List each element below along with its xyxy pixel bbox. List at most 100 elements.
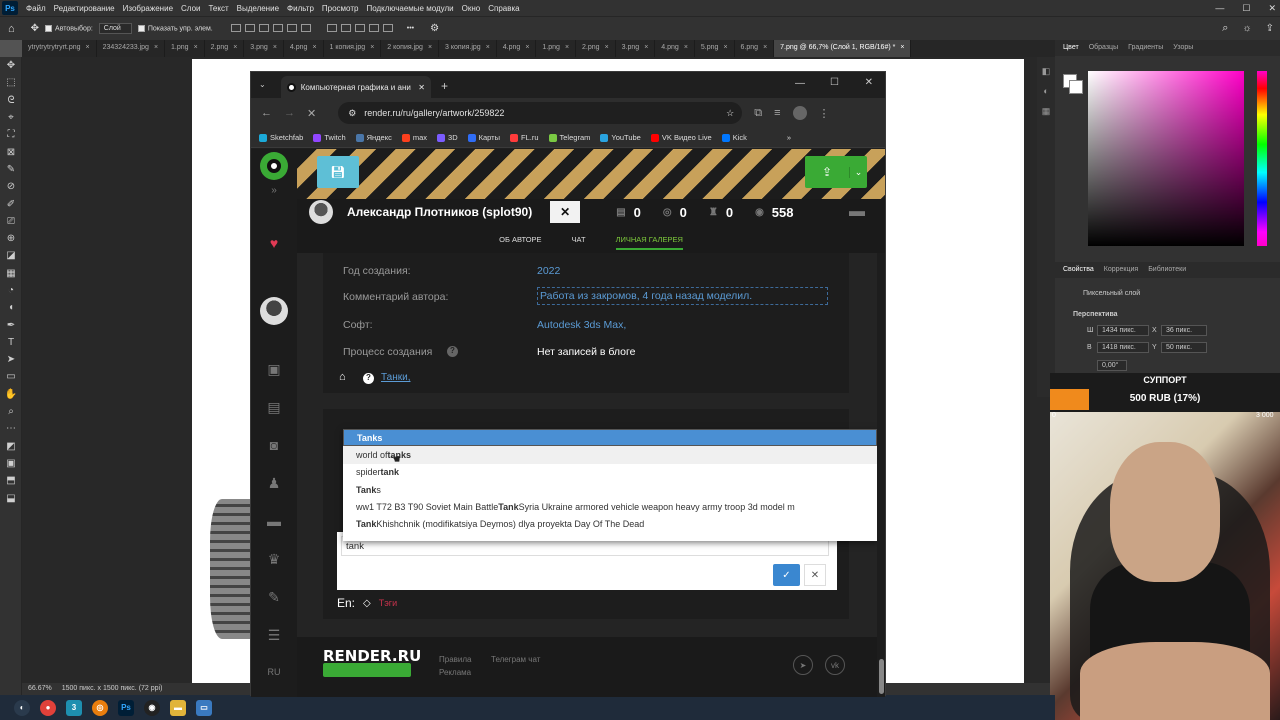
bookmark-item[interactable]: Карты (467, 133, 500, 142)
doc-tab[interactable]: 2 копия.jpg × (381, 40, 440, 57)
menu-type[interactable]: Текст (204, 4, 232, 13)
path-select-tool-icon[interactable]: ➤ (0, 351, 22, 368)
type-tool-icon[interactable]: T (0, 334, 22, 351)
doc-tab[interactable]: 5.png × (695, 40, 735, 57)
vk-icon[interactable]: vk (825, 655, 845, 675)
chrome-taskbar-icon[interactable]: ● (40, 699, 56, 716)
lightbulb-icon[interactable]: ☼ (1242, 23, 1251, 34)
doc-tab[interactable]: 3 копия.jpg × (439, 40, 497, 57)
minimize-icon[interactable]: — (1215, 3, 1224, 13)
doc-tab-close-icon[interactable]: × (194, 44, 198, 57)
history-brush-tool-icon[interactable]: ⊕ (0, 230, 22, 247)
address-bar[interactable]: ⚙ render.ru/ru/gallery/artwork/259822 ☆ (338, 102, 743, 124)
tab-adjustments[interactable]: Коррекция (1104, 266, 1138, 274)
author-name[interactable]: Александр Плотников (splot90) (347, 205, 532, 219)
tab-swatches[interactable]: Образцы (1089, 44, 1118, 52)
browser-tab[interactable]: Компьютерная графика и ани ✕ (281, 76, 431, 98)
doc-tab-close-icon[interactable]: × (525, 44, 529, 57)
close-icon[interactable]: ✕ (865, 77, 873, 88)
bookmark-item[interactable]: Twitch (313, 133, 346, 142)
heart-icon[interactable]: ♥ (251, 235, 297, 251)
pen-tool-icon[interactable]: ✒ (0, 316, 22, 333)
quick-mask-tool-icon[interactable]: ▣ (0, 455, 22, 472)
help-icon[interactable]: ? (447, 346, 458, 357)
frame-tool-icon[interactable]: ⊠ (0, 143, 22, 160)
chevron-down-icon[interactable]: ⌄ (849, 166, 867, 178)
en-tags-link[interactable]: Тэги (379, 598, 397, 608)
lasso-tool-icon[interactable]: ᘓ (0, 92, 22, 109)
hand-tool-icon[interactable]: ✋ (0, 386, 22, 403)
doc-tab-close-icon[interactable]: × (565, 44, 569, 57)
brush-tool-icon[interactable]: ✐ (0, 195, 22, 212)
cancel-tag-button[interactable]: ✕ (804, 564, 826, 586)
doc-tab-close-icon[interactable]: × (605, 44, 609, 57)
tags-help-icon[interactable]: ? (363, 373, 374, 384)
zoom-level[interactable]: 66.67% (28, 685, 52, 693)
doc-tab[interactable]: 1.png × (536, 40, 577, 57)
zoom-tool-icon[interactable]: ⌕ (0, 403, 22, 420)
bookmark-item[interactable]: VK Видео Live (650, 133, 712, 142)
language-switch[interactable]: RU (251, 667, 297, 677)
extensions-icon[interactable]: ⧉ (754, 107, 762, 120)
tag-link[interactable]: Танки, (381, 372, 410, 383)
doc-tab-close-icon[interactable]: × (370, 44, 374, 57)
more-tool-icon[interactable]: ⋯ (0, 420, 22, 437)
bookmark-star-icon[interactable]: ☆ (726, 108, 734, 119)
doc-tab-close-icon[interactable]: × (273, 44, 277, 57)
tag-suggestion-item[interactable]: world of tanks (343, 446, 877, 464)
app-taskbar-icon[interactable]: 3 (66, 699, 82, 716)
menu-edit[interactable]: Редактирование (50, 4, 119, 13)
comment-value[interactable]: Работа из закромов, 4 года назад моделил… (537, 287, 828, 305)
footer-rules-link[interactable]: Правила (439, 655, 471, 664)
window-taskbar-icon[interactable]: ▭ (196, 699, 212, 716)
gear-icon[interactable]: ⚙ (430, 23, 439, 34)
menu-layer[interactable]: Слои (177, 4, 204, 13)
move-tool-icon[interactable]: ✥ (0, 57, 22, 74)
background-color-swatch[interactable] (1069, 80, 1083, 94)
expand-icon[interactable]: » (251, 185, 297, 196)
screen-mode-tool-icon[interactable]: ⬒ (0, 472, 22, 489)
save-button[interactable]: 💾︎ (317, 156, 359, 188)
tag-suggestion-item[interactable]: Tank Khishchnik (modifikatsiya Deymos) d… (343, 515, 877, 532)
publish-button[interactable]: ⇪ ⌄ (805, 156, 867, 188)
trophy-icon[interactable]: ♛ (251, 551, 297, 568)
dodge-tool-icon[interactable]: ◖ (0, 299, 22, 316)
tag-suggestion-item[interactable]: Tanks (343, 481, 877, 498)
doc-tab-close-icon[interactable]: × (486, 44, 490, 57)
bookmark-item[interactable]: 3D (437, 133, 458, 142)
minimize-icon[interactable]: — (795, 78, 805, 89)
menu-window[interactable]: Окно (458, 4, 485, 13)
telegram-icon[interactable]: ➤ (793, 655, 813, 675)
doc-tab[interactable]: 1 копия.jpg × (324, 40, 382, 57)
doc-tab-close-icon[interactable]: × (233, 44, 237, 57)
object-select-tool-icon[interactable]: ⌖ (0, 109, 22, 126)
bookmark-item[interactable]: Telegram (548, 133, 590, 142)
eraser-tool-icon[interactable]: ◪ (0, 247, 22, 264)
tag-suggestion-item[interactable]: Tanks (343, 429, 877, 447)
close-icon[interactable]: ✕ (1268, 3, 1276, 14)
marquee-tool-icon[interactable]: ⬚ (0, 74, 22, 91)
profile-avatar[interactable] (792, 106, 807, 120)
close-artwork-button[interactable]: ✕ (550, 201, 581, 223)
tag-suggestion-item[interactable]: ww1 T72 B3 T90 Soviet Main Battle Tank S… (343, 498, 877, 515)
crop-tool-icon[interactable]: ⛶ (0, 126, 22, 143)
doc-tab-close-icon[interactable]: × (312, 44, 316, 57)
document-icon[interactable]: ▤ (251, 399, 297, 416)
chat-icon[interactable]: ☰ (251, 627, 297, 644)
author-avatar[interactable] (309, 200, 333, 224)
maximize-icon[interactable]: ☐ (1242, 3, 1250, 14)
artboard-tool-icon[interactable]: ⬓ (0, 489, 22, 506)
render-logo-icon[interactable] (260, 152, 288, 180)
page-scrollbar-thumb[interactable] (879, 659, 884, 694)
hue-slider[interactable] (1257, 71, 1267, 246)
bookmark-item[interactable]: Яндекс (355, 133, 392, 142)
back-icon[interactable]: ← (261, 107, 272, 119)
tab-chat[interactable]: ЧАТ (572, 235, 586, 244)
doc-tab[interactable]: 6.png × (735, 40, 775, 57)
width-field[interactable]: 1434 пикс. (1097, 325, 1149, 336)
color-tool-icon[interactable]: ◩ (0, 438, 22, 455)
stamp-tool-icon[interactable]: ⎚ (0, 213, 22, 230)
tab-color[interactable]: Цвет (1063, 44, 1079, 52)
tab-libraries[interactable]: Библиотеки (1148, 266, 1186, 274)
layer-select[interactable]: Слой (98, 23, 132, 34)
